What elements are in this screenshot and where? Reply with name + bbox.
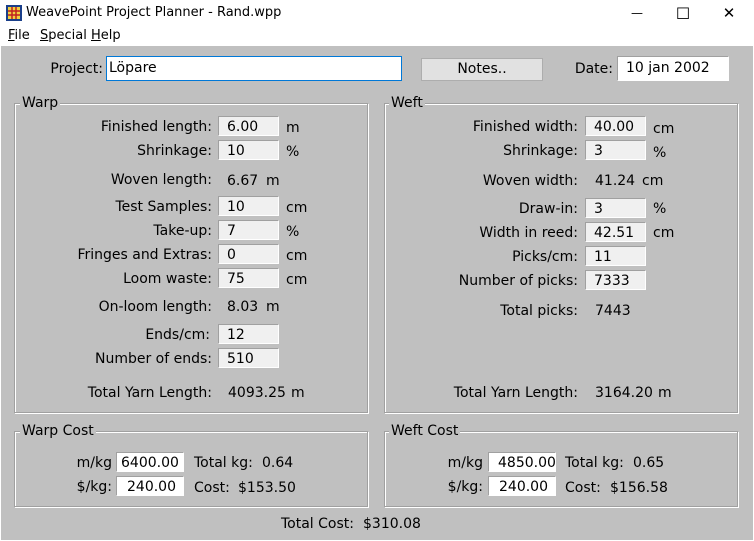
menu-help[interactable]: Help [91, 28, 121, 43]
weft-cost-total-kg-label: Total kg: [565, 455, 624, 471]
warp-total-yarn-value: 4093.25 [228, 385, 286, 401]
weft-width-in-reed-label: Width in reed: [479, 225, 578, 241]
weft-total-picks-value: 7443 [595, 303, 631, 319]
warp-test-samples-label: Test Samples: [115, 199, 212, 215]
warp-on-loom-length-unit: m [266, 299, 280, 315]
weft-number-of-picks-input[interactable]: 7333 [585, 270, 646, 290]
warp-loom-waste-unit: cm [286, 272, 308, 288]
weft-cost-cost-label: Cost: [565, 480, 601, 496]
weft-cost-price-kg-label: $/kg: [447, 479, 483, 495]
warp-finished-length-label: Finished length: [100, 119, 212, 135]
weft-width-in-reed-input[interactable]: 42.51 [585, 222, 646, 242]
warp-woven-length-label: Woven length: [110, 172, 212, 188]
menu-file[interactable]: File [8, 28, 30, 43]
warp-total-yarn-label: Total Yarn Length: [87, 385, 212, 401]
weft-woven-width-value: 41.24 [595, 173, 636, 189]
total-cost-label: Total Cost: [281, 516, 354, 532]
warp-cost-m-kg-label: m/kg [76, 455, 112, 471]
title-bar[interactable]: WeavePoint Project Planner - Rand.wpp — … [0, 0, 754, 26]
date-input[interactable]: 10 jan 2002 [617, 56, 729, 81]
weft-group-title: Weft [389, 95, 425, 111]
warp-test-samples-input[interactable]: 10 [218, 196, 279, 216]
window-title: WeavePoint Project Planner - Rand.wpp [26, 5, 282, 20]
warp-test-samples-unit: cm [286, 200, 308, 216]
warp-fringes-unit: cm [286, 248, 308, 264]
warp-on-loom-length-label: On-loom length: [98, 299, 212, 315]
weft-cost-price-kg-input[interactable]: 240.00 [488, 476, 556, 496]
weft-picks-cm-label: Picks/cm: [512, 249, 578, 265]
project-label: Project: [50, 61, 103, 77]
close-icon: ✕ [722, 4, 736, 22]
weft-finished-width-unit: cm [653, 121, 675, 137]
weft-cost-group [384, 431, 738, 507]
maximize-icon: ☐ [675, 3, 691, 23]
weft-draw-in-unit: % [653, 201, 667, 217]
menu-special[interactable]: Special [40, 28, 87, 43]
date-label: Date: [574, 61, 613, 77]
warp-fringes-label: Fringes and Extras: [77, 247, 212, 263]
warp-cost-price-kg-label: $/kg: [76, 479, 112, 495]
warp-take-up-input[interactable]: 7 [218, 220, 279, 240]
warp-ends-cm-input[interactable]: 12 [218, 324, 279, 344]
weft-shrinkage-label: Shrinkage: [503, 143, 578, 159]
weft-shrinkage-unit: % [653, 145, 667, 161]
warp-cost-m-kg-input[interactable]: 6400.00 [116, 452, 184, 472]
weft-cost-m-kg-label: m/kg [447, 455, 483, 471]
weft-woven-width-label: Woven width: [482, 173, 578, 189]
weft-number-of-picks-label: Number of picks: [458, 273, 578, 289]
weft-total-yarn-label: Total Yarn Length: [453, 385, 578, 401]
close-button[interactable]: ✕ [706, 0, 752, 26]
minimize-button[interactable]: — [614, 0, 660, 26]
warp-loom-waste-input[interactable]: 75 [218, 268, 279, 288]
warp-cost-total-kg-label: Total kg: [194, 455, 253, 471]
weft-draw-in-label: Draw-in: [518, 201, 578, 217]
warp-take-up-label: Take-up: [153, 223, 212, 239]
maximize-button[interactable]: ☐ [660, 0, 706, 26]
project-input[interactable]: Löpare [106, 56, 402, 81]
weft-draw-in-input[interactable]: 3 [585, 198, 646, 218]
weft-picks-cm-input[interactable]: 11 [585, 246, 646, 266]
warp-loom-waste-label: Loom waste: [123, 271, 212, 287]
notes-button[interactable]: Notes.. [421, 58, 543, 81]
warp-finished-length-input[interactable]: 6.00 [218, 116, 279, 136]
weft-total-yarn-value: 3164.20 [595, 385, 653, 401]
weft-woven-width-unit: cm [642, 173, 664, 189]
warp-cost-cost-label: Cost: [194, 480, 230, 496]
warp-cost-group [14, 431, 368, 507]
total-cost-value: $310.08 [363, 516, 421, 532]
weft-shrinkage-input[interactable]: 3 [585, 140, 646, 160]
warp-fringes-input[interactable]: 0 [218, 244, 279, 264]
warp-cost-cost-value: $153.50 [238, 480, 296, 496]
warp-woven-length-unit: m [266, 173, 280, 189]
weft-cost-total-kg-value: 0.65 [633, 455, 665, 471]
warp-number-of-ends-input[interactable]: 510 [218, 348, 279, 368]
weft-finished-width-label: Finished width: [472, 119, 578, 135]
weft-total-picks-label: Total picks: [500, 303, 578, 319]
warp-total-yarn-unit: m [291, 385, 305, 401]
weft-finished-width-input[interactable]: 40.00 [585, 116, 646, 136]
weft-cost-group-title: Weft Cost [389, 423, 461, 439]
warp-woven-length-value: 6.67 [227, 173, 259, 189]
warp-cost-group-title: Warp Cost [20, 423, 96, 439]
weavepoint-app-icon [6, 5, 22, 21]
weft-cost-cost-value: $156.58 [610, 480, 668, 496]
warp-shrinkage-input[interactable]: 10 [218, 140, 279, 160]
warp-finished-length-unit: m [286, 120, 300, 136]
warp-ends-cm-label: Ends/cm: [145, 327, 210, 343]
warp-group-title: Warp [20, 95, 61, 111]
warp-cost-price-kg-input[interactable]: 240.00 [116, 476, 184, 496]
warp-shrinkage-unit: % [286, 144, 300, 160]
warp-number-of-ends-label: Number of ends: [94, 351, 212, 367]
weft-width-in-reed-unit: cm [653, 225, 675, 241]
weft-total-yarn-unit: m [658, 385, 672, 401]
minimize-icon: — [631, 6, 643, 20]
weft-cost-m-kg-input[interactable]: 4850.00 [488, 452, 556, 472]
warp-take-up-unit: % [286, 224, 300, 240]
warp-shrinkage-label: Shrinkage: [137, 143, 212, 159]
warp-on-loom-length-value: 8.03 [227, 299, 259, 315]
warp-cost-total-kg-value: 0.64 [262, 455, 294, 471]
